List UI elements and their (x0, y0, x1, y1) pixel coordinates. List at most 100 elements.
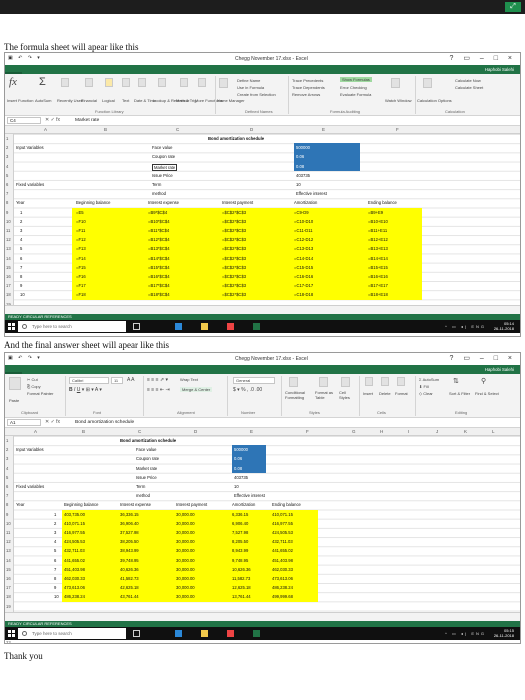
table-cell-amortization[interactable]: =C14-D14 (294, 256, 313, 261)
table-cell-beginning[interactable]: 432,711.03 (64, 548, 85, 553)
conditional-formatting-button[interactable]: Conditional Formatting (285, 390, 315, 400)
table-cell-beginning[interactable]: =F10 (76, 219, 86, 224)
table-cell-interest-payment[interactable]: 30,000.00 (176, 585, 195, 590)
table-cell-ending[interactable]: 473,613.06 (272, 576, 293, 581)
row-header-7[interactable]: 7 (6, 191, 8, 196)
use-in-formula-button[interactable]: Use in Formula (237, 85, 264, 90)
system-tray-icons[interactable]: ^ ▭ ◂) ENG (445, 324, 486, 329)
formula-bar-fx-icon[interactable]: ✕ ✓ fx (45, 419, 60, 425)
delete-cells-button[interactable]: Delete (379, 391, 391, 396)
table-cell-interest-payment[interactable]: 30,000.00 (176, 521, 195, 526)
table-cell-interest-expense[interactable]: =B12*$C$4 (148, 237, 170, 242)
row-header-3[interactable]: 3 (6, 154, 8, 159)
font-size-select[interactable]: 11 (111, 377, 123, 384)
table-cell-ending[interactable]: 451,403.98 (272, 558, 293, 563)
table-cell-ending[interactable]: =B13+E13 (368, 246, 388, 251)
table-cell-beginning[interactable]: 403,735.00 (64, 512, 85, 517)
column-header-c[interactable]: C (138, 429, 141, 434)
row-header-8[interactable]: 8 (6, 200, 8, 205)
row-header-14[interactable]: 14 (6, 256, 11, 261)
table-cell-beginning[interactable]: 451,403.98 (64, 567, 85, 572)
row-header-5[interactable]: 5 (6, 173, 8, 178)
input-value[interactable]: 500000 (296, 145, 310, 150)
task-view-icon[interactable] (133, 630, 140, 637)
insert-function-icon[interactable]: fx (9, 76, 17, 88)
table-cell-interest-expense[interactable]: 40,626.36 (120, 567, 139, 572)
file-explorer-icon[interactable] (201, 630, 208, 637)
number-format-icons[interactable]: $ ▾ % , .0 .00 (233, 387, 262, 393)
column-header-c[interactable]: C (176, 127, 179, 132)
merge-center-button[interactable]: Merge & Center (180, 387, 213, 392)
table-cell-amortization[interactable]: 13,761.44 (232, 594, 251, 599)
windows-start-icon[interactable] (8, 630, 15, 637)
user-name[interactable]: Haphobi Salehi (485, 65, 514, 74)
copy-button[interactable]: ⎘ Copy (27, 384, 41, 389)
sort-filter-button[interactable]: Sort & Filter (449, 391, 470, 396)
table-cell-beginning[interactable]: =E5 (76, 210, 84, 215)
table-cell-ending[interactable]: 410,071.15 (272, 512, 293, 517)
quick-access-toolbar[interactable]: ▣ ↶ ↷ ▾ (8, 355, 42, 361)
table-cell-ending[interactable]: 486,238.24 (272, 585, 293, 590)
row-header-14[interactable]: 14 (6, 558, 11, 563)
store-icon[interactable] (227, 323, 234, 330)
define-name-button[interactable]: Define Name (237, 78, 260, 83)
row-header-18[interactable]: 18 (6, 292, 11, 297)
window-controls[interactable]: ? ▭ – □ × (450, 354, 517, 362)
quick-access-toolbar[interactable]: ▣ ↶ ↷ ▾ (8, 55, 42, 61)
table-cell-ending[interactable]: =B17+E17 (368, 283, 388, 288)
column-header-h[interactable]: H (380, 429, 383, 434)
font-name-select[interactable]: Calibri (69, 377, 109, 384)
number-format-select[interactable]: General (233, 377, 275, 384)
table-cell-ending[interactable]: 462,030.33 (272, 567, 293, 572)
taskbar-search-input[interactable]: Type here to search (18, 321, 126, 332)
table-cell-interest-expense[interactable]: 36,336.15 (120, 512, 139, 517)
table-cell-beginning[interactable]: 462,030.33 (64, 576, 85, 581)
column-header-d[interactable]: D (194, 429, 197, 434)
table-cell-interest-payment[interactable]: 30,000.00 (176, 594, 195, 599)
table-cell-ending[interactable]: =B9+E9 (368, 210, 383, 215)
table-cell-interest-payment[interactable]: =$C$2*$C$3 (222, 246, 246, 251)
table-cell-amortization[interactable]: 8,205.50 (232, 539, 248, 544)
table-cell-interest-payment[interactable]: =$C$2*$C$3 (222, 283, 246, 288)
font-grow-shrink-icon[interactable]: A A (127, 377, 135, 383)
column-header-e[interactable]: E (250, 429, 253, 434)
column-header-a[interactable]: A (44, 127, 47, 132)
autosum-button[interactable]: AutoSum (35, 98, 51, 103)
table-cell-beginning[interactable]: 486,238.24 (64, 594, 85, 599)
evaluate-formula-button[interactable]: Evaluate Formula (340, 92, 371, 97)
column-header-f[interactable]: F (306, 429, 309, 434)
recently-used-button[interactable]: Recently Used (57, 98, 83, 103)
row-header-9[interactable]: 9 (6, 210, 8, 215)
wrap-text-button[interactable]: Wrap Text (180, 377, 198, 382)
watch-window-button[interactable]: Watch Window (385, 98, 412, 103)
row-header-10[interactable]: 10 (6, 219, 11, 224)
taskbar-search-input[interactable]: Type here to search (18, 628, 126, 639)
table-cell-ending[interactable]: 424,505.53 (272, 530, 293, 535)
column-header-a[interactable]: A (34, 429, 37, 434)
table-cell-ending[interactable]: =B10+E10 (368, 219, 388, 224)
table-cell-interest-expense[interactable]: =B16*$C$4 (148, 274, 170, 279)
text-button[interactable]: Text (122, 98, 129, 103)
table-cell-amortization[interactable]: 6,336.15 (232, 512, 248, 517)
table-cell-amortization[interactable]: 10,626.36 (232, 567, 251, 572)
remove-arrows-button[interactable]: Remove Arrows (292, 92, 320, 97)
table-cell-interest-expense[interactable]: 39,748.95 (120, 558, 139, 563)
windows-start-icon[interactable] (8, 323, 15, 330)
taskbar-clock[interactable]: 05:15 26-11-2018 (494, 628, 514, 638)
window-controls[interactable]: ? ▭ – □ × (450, 54, 517, 62)
create-from-selection-button[interactable]: Create from Selection (237, 92, 276, 97)
table-cell-interest-expense[interactable]: 37,527.98 (120, 530, 139, 535)
table-cell-ending[interactable]: =B18+E18 (368, 292, 388, 297)
taskbar-clock[interactable]: 05:14 26-11-2018 (494, 321, 514, 331)
table-cell-ending[interactable]: =B11+E11 (368, 228, 387, 233)
row-header-5[interactable]: 5 (6, 475, 8, 480)
table-cell-interest-expense[interactable]: =B13*$C$4 (148, 246, 170, 251)
autosum-icon[interactable]: Σ (39, 76, 46, 88)
table-cell-amortization[interactable]: =C12-D12 (294, 237, 313, 242)
excel-taskbar-icon[interactable] (253, 630, 260, 637)
expand-icon[interactable]: ⤢ (505, 2, 521, 12)
row-header-11[interactable]: 11 (6, 228, 10, 233)
alignment-bottom-icons[interactable]: ≡ ≡ ≡ ⇤ ⇥ (147, 387, 170, 393)
table-cell-interest-payment[interactable]: =$C$2*$C$3 (222, 265, 246, 270)
table-cell-interest-expense[interactable]: =B18*$C$4 (148, 292, 170, 297)
